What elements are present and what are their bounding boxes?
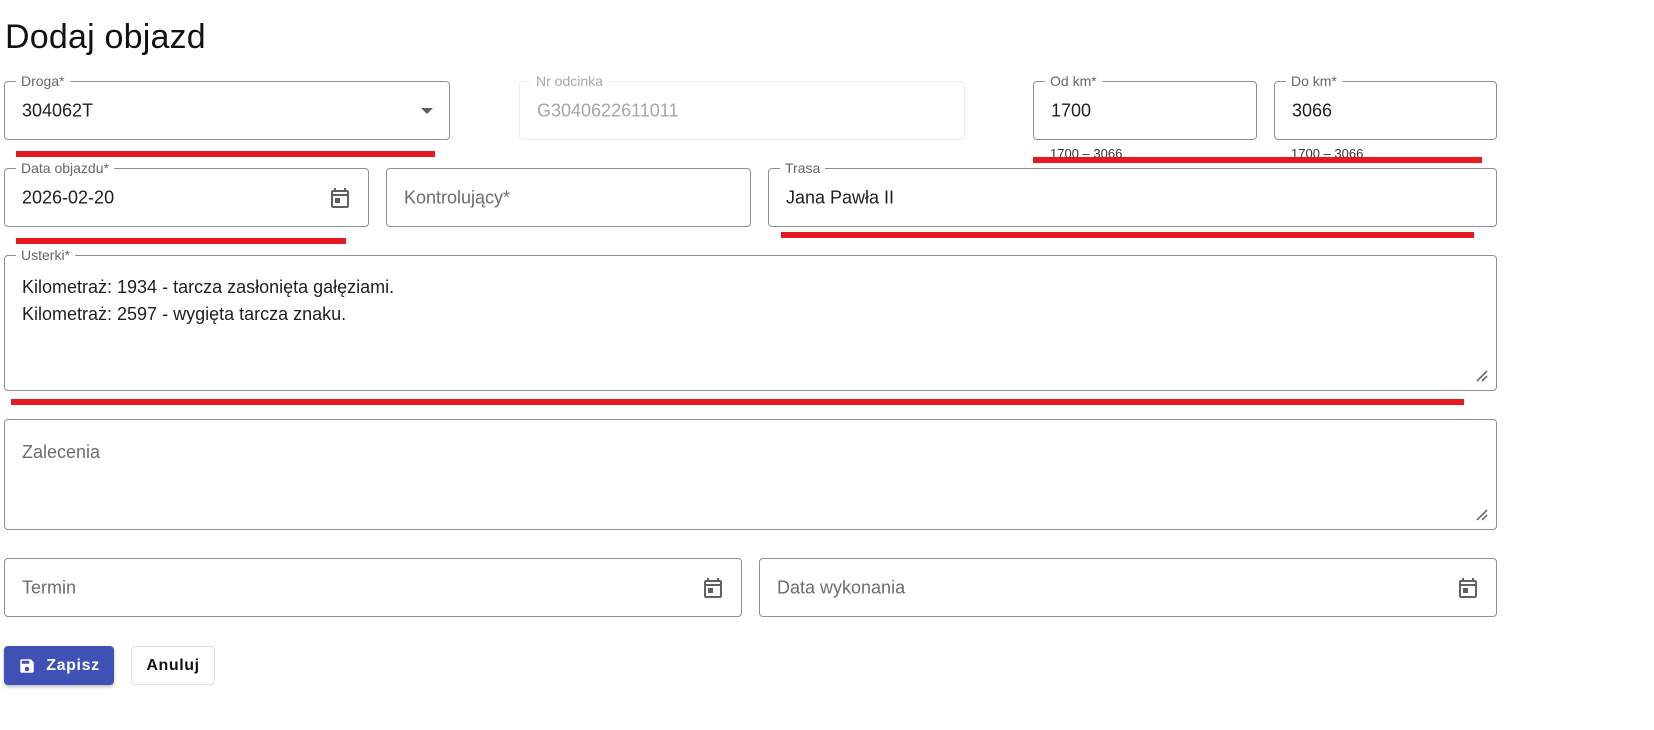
nr-odcinka-value: G3040622611011 [537, 100, 679, 120]
data-objazdu-field[interactable]: Data objazdu* 2026-02-20 [4, 160, 369, 227]
droga-value: 304062T [22, 100, 94, 120]
annotation-line [16, 151, 435, 157]
termin-placeholder: Termin [22, 577, 77, 597]
zalecenia-placeholder: Zalecenia [22, 442, 101, 462]
od-km-field[interactable]: Od km* 1700 [1033, 73, 1257, 140]
kontrolujacy-placeholder: Kontrolujący* [404, 187, 511, 207]
do-km-field[interactable]: Do km* 3066 [1274, 73, 1497, 140]
page-title: Dodaj objazd [5, 18, 206, 56]
chevron-down-icon[interactable] [421, 107, 433, 114]
annotation-line [16, 238, 346, 244]
usterki-label: Usterki* [16, 247, 76, 263]
trasa-field[interactable]: Trasa Jana Pawła II [768, 160, 1497, 227]
data-wykonania-field[interactable]: Data wykonania [759, 558, 1497, 617]
usterki-textarea[interactable]: Usterki* Kilometraż: 1934 - tarcza zasło… [4, 247, 1497, 391]
trasa-label: Trasa [780, 160, 826, 176]
cancel-button-label: Anuluj [146, 656, 200, 674]
data-wykonania-placeholder: Data wykonania [777, 577, 906, 597]
data-objazdu-label: Data objazdu* [16, 160, 114, 176]
nr-odcinka-field: Nr odcinka G3040622611011 [519, 73, 965, 140]
calendar-icon[interactable] [328, 186, 352, 210]
kontrolujacy-field[interactable]: Kontrolujący* [386, 168, 751, 227]
save-icon [20, 658, 35, 673]
resize-handle-icon[interactable] [1474, 507, 1488, 521]
cancel-button[interactable]: Anuluj [131, 646, 215, 685]
annotation-line [781, 232, 1474, 238]
nr-odcinka-label: Nr odcinka [531, 73, 608, 89]
od-km-value: 1700 [1051, 100, 1092, 120]
data-objazdu-value: 2026-02-20 [22, 187, 115, 207]
calendar-icon[interactable] [701, 576, 725, 600]
do-km-label: Do km* [1286, 73, 1342, 89]
resize-handle-icon[interactable] [1474, 368, 1488, 382]
save-button-label: Zapisz [46, 656, 100, 674]
usterki-line: Kilometraż: 2597 - wygięta tarcza znaku. [22, 304, 347, 324]
add-inspection-page: Dodaj objazd Droga* 304062T Nr odcinka G… [0, 0, 1654, 730]
od-km-label: Od km* [1045, 73, 1102, 89]
do-km-value: 3066 [1292, 100, 1333, 120]
usterki-line: Kilometraż: 1934 - tarcza zasłonięta gał… [22, 277, 395, 297]
usterki-text: Kilometraż: 1934 - tarcza zasłonięta gał… [22, 274, 394, 328]
droga-label: Droga* [16, 73, 70, 89]
annotation-line [11, 399, 1464, 405]
save-button[interactable]: Zapisz [4, 646, 114, 685]
calendar-icon[interactable] [1456, 576, 1480, 600]
zalecenia-textarea[interactable]: Zalecenia [4, 419, 1497, 530]
termin-field[interactable]: Termin [4, 558, 742, 617]
droga-select[interactable]: Droga* 304062T [4, 73, 450, 140]
trasa-value: Jana Pawła II [786, 187, 895, 207]
annotation-line [1033, 157, 1482, 163]
